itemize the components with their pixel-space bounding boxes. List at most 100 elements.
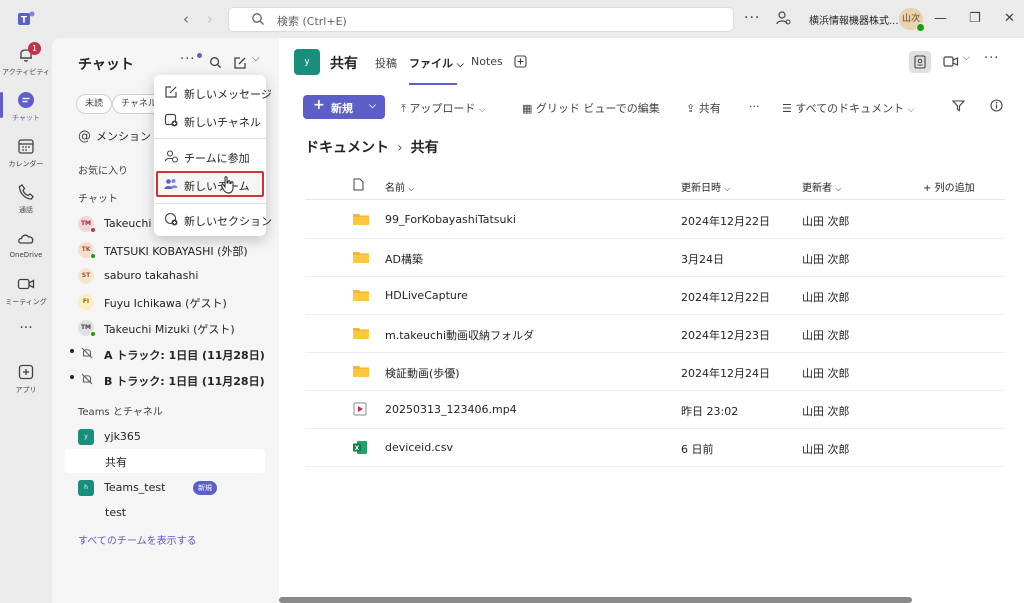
back-button[interactable]: ‹	[176, 9, 196, 29]
person-settings-icon[interactable]	[775, 10, 791, 26]
filter-unread[interactable]: 未読	[76, 94, 113, 114]
channel-name: 共有	[105, 456, 127, 469]
channel-info-button[interactable]	[909, 51, 931, 73]
rail-apps[interactable]: アプリ	[0, 358, 52, 402]
bell-off-icon	[81, 373, 93, 385]
rail-meetings[interactable]: ミーティング	[0, 270, 52, 314]
table-row[interactable]: 99_ForKobayashiTatsuki 2024年12月22日 山田 次郎	[305, 201, 1005, 239]
search-input[interactable]: 検索 (Ctrl+E)	[228, 7, 734, 32]
chevron-down-icon[interactable]: ⌵	[252, 53, 260, 64]
info-icon[interactable]	[990, 99, 1003, 112]
rail-activity[interactable]: 1 アクティビティ	[0, 40, 52, 84]
team-avatar: h	[78, 480, 94, 496]
meeting-chat-item[interactable]: A トラック: 1日目 (11月28日)	[70, 342, 274, 366]
search-icon[interactable]	[209, 56, 222, 69]
column-modified-by[interactable]: 更新者 ⌵	[802, 179, 841, 194]
apps-icon	[18, 364, 34, 380]
file-modified: 2024年12月22日	[681, 215, 770, 228]
join-team-icon	[164, 150, 178, 163]
tab-posts[interactable]: 投稿	[375, 55, 397, 71]
add-tab-icon[interactable]	[514, 55, 527, 68]
folder-icon	[353, 290, 369, 301]
share-button[interactable]: ⇪ 共有	[686, 100, 721, 116]
menu-item-new-message[interactable]: 新しいメッセージ	[156, 79, 272, 105]
breadcrumb-documents[interactable]: ドキュメント	[305, 140, 389, 156]
title-bar: T ‹ › 検索 (Ctrl+E) ··· 横浜情報機器株式... 山次 — ❐…	[0, 0, 1024, 38]
avatar-initials: TM	[80, 220, 92, 227]
file-name[interactable]: deviceid.csv	[385, 441, 453, 454]
more-options-icon[interactable]: ···	[984, 51, 999, 66]
file-type-icon[interactable]	[353, 178, 364, 191]
rail-onedrive[interactable]: OneDrive	[0, 224, 52, 268]
chevron-down-icon: ⌵	[907, 105, 915, 115]
file-name[interactable]: 検証動画(歩優)	[385, 365, 460, 381]
teams-logo: T	[18, 11, 35, 26]
menu-item-join-team[interactable]: チームに参加	[156, 143, 264, 169]
tab-files[interactable]: ファイル ⌵	[409, 55, 464, 71]
grid-edit-button[interactable]: ▦ グリッド ビューでの編集	[522, 100, 660, 116]
avatar: FI	[78, 294, 94, 310]
table-row[interactable]: AD構築 3月24日 山田 次郎	[305, 239, 1005, 277]
tab-notes[interactable]: Notes	[471, 55, 503, 68]
file-name[interactable]: m.takeuchi動画収納フォルダ	[385, 327, 534, 343]
menu-label: チームに参加	[184, 152, 250, 165]
video-call-icon[interactable]	[943, 55, 959, 68]
meeting-chat-item[interactable]: B トラック: 1日目 (11月28日)	[70, 368, 274, 392]
chevron-down-icon[interactable]: ⌵	[963, 53, 970, 63]
table-row[interactable]: HDLiveCapture 2024年12月22日 山田 次郎	[305, 277, 1005, 315]
more-options-button[interactable]: ···	[744, 10, 760, 26]
column-modified[interactable]: 更新日時 ⌵	[681, 179, 730, 194]
table-row[interactable]: 検証動画(歩優) 2024年12月24日 山田 次郎	[305, 353, 1005, 391]
channel-item-shared[interactable]: 共有	[65, 449, 265, 473]
rail-calendar[interactable]: カレンダー	[0, 132, 52, 176]
chat-item[interactable]: ST saburo takahashi	[74, 264, 274, 288]
table-row[interactable]: m.takeuchi動画収納フォルダ 2024年12月23日 山田 次郎	[305, 315, 1005, 353]
horizontal-scrollbar[interactable]	[279, 597, 912, 603]
rail-calls[interactable]: 通話	[0, 178, 52, 222]
rail-chat[interactable]: チャット	[0, 86, 52, 130]
menu-item-new-team[interactable]: 新しいチーム	[156, 171, 264, 197]
table-row[interactable]: X deviceid.csv 6 日前 山田 次郎	[305, 429, 1005, 467]
team-item[interactable]: h Teams_test 新規	[74, 476, 274, 500]
file-modified-by: 山田 次郎	[802, 405, 850, 418]
upload-button[interactable]: ⤒ アップロード ⌵	[401, 100, 486, 116]
file-name[interactable]: HDLiveCapture	[385, 289, 468, 302]
column-name[interactable]: 名前 ⌵	[385, 179, 414, 194]
rail-more[interactable]: ···	[0, 318, 52, 362]
menu-item-new-channel[interactable]: 新しいチャネル	[156, 107, 264, 133]
avatar-initials: TK	[81, 246, 91, 253]
chat-item[interactable]: TM Takeuchi Mizuki (ゲスト)	[74, 316, 274, 340]
org-name[interactable]: 横浜情報機器株式...	[809, 12, 899, 27]
new-button[interactable]: + 新規 ⌵	[303, 95, 385, 119]
channel-item-test[interactable]: test	[65, 501, 265, 525]
add-column-button[interactable]: + 列の追加	[923, 179, 975, 194]
file-modified-by: 山田 次郎	[802, 367, 850, 380]
user-avatar[interactable]: 山次	[899, 8, 925, 32]
close-button[interactable]: ✕	[1004, 11, 1015, 27]
presence-busy-icon	[90, 227, 96, 233]
chat-item[interactable]: FI Fuyu Ichikawa (ゲスト)	[74, 290, 274, 314]
mention-item[interactable]: @ メンション	[78, 128, 151, 144]
filter-icon[interactable]	[952, 99, 965, 112]
chat-item[interactable]: TK TATSUKI KOBAYASHI (外部)	[74, 238, 274, 262]
favorites-header[interactable]: お気に入り	[78, 162, 128, 177]
team-item[interactable]: y yjk365	[74, 425, 274, 449]
more-commands-button[interactable]: ···	[749, 100, 760, 113]
menu-item-new-section[interactable]: 新しいセクション	[156, 206, 272, 232]
chats-header[interactable]: チャット	[78, 190, 118, 205]
restore-button[interactable]: ❐	[969, 11, 981, 27]
show-all-teams-link[interactable]: すべてのチームを表示する	[78, 532, 197, 547]
compose-icon[interactable]	[233, 56, 247, 70]
forward-button[interactable]: ›	[200, 9, 220, 29]
table-row[interactable]: 20250313_123406.mp4 昨日 23:02 山田 次郎	[305, 391, 1005, 429]
more-options-icon[interactable]: ···	[180, 52, 195, 67]
teams-header[interactable]: Teams とチャネル	[78, 403, 163, 418]
channel-title: 共有	[330, 56, 358, 72]
view-selector[interactable]: ☰ すべてのドキュメント ⌵	[782, 100, 915, 116]
file-name[interactable]: 99_ForKobayashiTatsuki	[385, 213, 516, 226]
file-name[interactable]: AD構築	[385, 251, 423, 267]
file-name[interactable]: 20250313_123406.mp4	[385, 403, 517, 416]
file-modified: 昨日 23:02	[681, 405, 739, 418]
minimize-button[interactable]: —	[934, 11, 947, 27]
menu-label: 新しいチーム	[184, 180, 250, 193]
